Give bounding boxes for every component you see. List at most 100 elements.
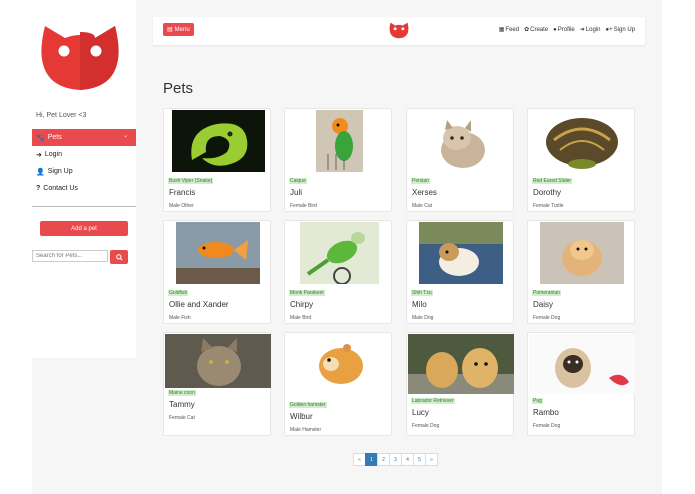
breed-badge: Labrador Retriever — [411, 398, 455, 404]
breed-badge: Persian — [411, 178, 430, 184]
user-plus-icon: ●+ — [605, 26, 613, 33]
login-icon: ➜ — [579, 27, 585, 33]
breed-badge: Red Eared Slider — [532, 178, 573, 184]
sidebar-item-signup[interactable]: 👤 Sign Up — [32, 163, 136, 180]
nav-link-feed[interactable]: ▦ Feed — [498, 26, 520, 34]
pet-photo — [316, 110, 363, 172]
pet-name: Xerses — [412, 188, 437, 197]
paw-icon: 🐾 — [36, 134, 45, 142]
pet-photo — [425, 110, 497, 172]
menu-button[interactable]: ▤ Menu — [163, 23, 194, 36]
sidebar-item-pets[interactable]: 🐾 Pets ⌄ — [32, 129, 136, 146]
pet-photo — [165, 334, 271, 388]
pet-card[interactable]: Bush Viper (Snake) Francis Male Other — [163, 108, 271, 212]
breed-badge: Maine coon — [168, 390, 196, 396]
pet-description: Male Cat — [412, 203, 433, 209]
breed-badge: Shih Tzu — [411, 290, 433, 296]
pet-name: Wilbur — [290, 412, 313, 421]
sidebar: Hi, Pet Lover <3 🐾 Pets ⌄ ➜ Login 👤 Sign… — [32, 0, 136, 358]
pet-photo — [419, 222, 503, 284]
pet-name: Daisy — [533, 300, 554, 309]
top-nav-links: ▦ Feed ✿ Create ● Profile ➜ Login ●+ Sign Up — [498, 26, 636, 34]
pet-photo — [540, 222, 624, 284]
nav-link-create[interactable]: ✿ Create — [524, 26, 549, 34]
pet-description: Male Dog — [412, 315, 434, 321]
search-button[interactable] — [110, 250, 128, 264]
chevron-down-icon: ⌄ — [122, 133, 128, 139]
breed-badge: Pug — [532, 398, 543, 404]
pet-name: Juli — [290, 188, 303, 197]
pet-card[interactable]: Persian Xerses Male Cat — [406, 108, 514, 212]
pet-description: Female Dog — [533, 315, 561, 321]
breed-badge: Goldfish — [168, 290, 189, 296]
search-input[interactable] — [32, 250, 108, 262]
nav-link-login[interactable]: ➜ Login — [579, 26, 601, 34]
pet-card[interactable]: Goldfish Ollie and Xander Male Fish — [163, 220, 271, 324]
search-icon — [115, 253, 123, 261]
pet-description: Male Bird — [290, 315, 312, 321]
sidebar-item-label: Sign Up — [47, 168, 73, 175]
login-icon: ➜ — [36, 151, 42, 159]
user-icon: ● — [553, 26, 557, 33]
pet-description: Female Turtle — [533, 203, 564, 209]
top-navbar: ▤ Menu ▦ Feed ✿ Create ● Profile ➜ Login ●+ S… — [153, 17, 645, 45]
menu-button-label: Menu — [174, 26, 190, 33]
sidebar-divider — [32, 206, 136, 207]
pet-photo — [307, 334, 373, 396]
pet-description: Female Bird — [290, 203, 317, 209]
pet-description: Male Other — [169, 203, 194, 209]
pet-photo — [408, 334, 514, 394]
nav-link-label: Create — [530, 26, 549, 33]
sidebar-item-contact[interactable]: ? Contact Us — [32, 180, 136, 197]
document-icon: ▤ — [167, 27, 173, 33]
search-form — [32, 250, 128, 264]
nav-link-profile[interactable]: ● Profile — [553, 26, 575, 33]
question-icon: ? — [36, 185, 41, 192]
pet-card[interactable]: Shih Tzu Milo Male Dog — [406, 220, 514, 324]
pet-description: Female Cat — [169, 415, 195, 421]
breed-badge: Golden hamster — [289, 402, 327, 408]
breed-badge: Monk Parakeet — [289, 290, 325, 296]
pet-photo — [172, 110, 265, 172]
pet-name: Dorothy — [533, 188, 562, 197]
pet-name: Ollie and Xander — [169, 300, 229, 309]
pet-photo — [529, 334, 635, 394]
sidebar-item-label: Pets — [47, 134, 62, 141]
cat-logo-icon[interactable] — [389, 21, 409, 39]
sidebar-item-label: Contact Us — [43, 185, 78, 192]
nav-link-label: Sign Up — [613, 26, 635, 33]
cat-logo-icon — [41, 26, 119, 90]
pet-card[interactable]: Pug Rambo Female Dog — [527, 332, 635, 436]
pet-card[interactable]: Red Eared Slider Dorothy Female Turtle — [527, 108, 635, 212]
pet-card[interactable]: Caique Juli Female Bird — [284, 108, 392, 212]
nav-link-label: Profile — [557, 26, 575, 33]
page-title: Pets — [163, 80, 194, 97]
pet-name: Tammy — [169, 400, 195, 409]
pet-description: Male Hamster — [290, 427, 322, 433]
add-pet-button[interactable]: Add a pet — [40, 221, 128, 236]
pet-name: Francis — [169, 188, 196, 197]
paw-icon: ✿ — [524, 27, 530, 33]
pet-description: Female Dog — [533, 423, 561, 429]
pet-photo — [176, 222, 260, 284]
nav-link-signup[interactable]: ●+ Sign Up — [606, 26, 636, 33]
breed-badge: Pomeranian — [532, 290, 561, 296]
pet-name: Lucy — [412, 408, 429, 417]
pet-card[interactable]: Maine coon Tammy Female Cat — [163, 332, 271, 436]
sidebar-item-label: Login — [44, 151, 63, 158]
sidebar-nav: 🐾 Pets ⌄ ➜ Login 👤 Sign Up ? Contact Us — [32, 129, 136, 197]
breed-badge: Bush Viper (Snake) — [168, 178, 214, 184]
pet-card[interactable]: Labrador Retriever Lucy Female Dog — [406, 332, 514, 436]
pet-name: Chirpy — [290, 300, 314, 309]
greeting-text: Hi, Pet Lover <3 — [36, 112, 87, 119]
pet-card[interactable]: Golden hamster Wilbur Male Hamster — [284, 332, 392, 436]
feed-icon: ▦ — [498, 27, 505, 33]
pet-card[interactable]: Pomeranian Daisy Female Dog — [527, 220, 635, 324]
pet-card[interactable]: Monk Parakeet Chirpy Male Bird — [284, 220, 392, 324]
nav-link-label: Feed — [505, 26, 520, 33]
nav-link-label: Login — [585, 26, 601, 33]
pagination-next[interactable]: » — [425, 453, 438, 466]
sidebar-item-login[interactable]: ➜ Login — [32, 146, 136, 163]
pagination: « 1 2 3 4 5 » — [353, 453, 438, 466]
pet-description: Male Fish — [169, 315, 191, 321]
